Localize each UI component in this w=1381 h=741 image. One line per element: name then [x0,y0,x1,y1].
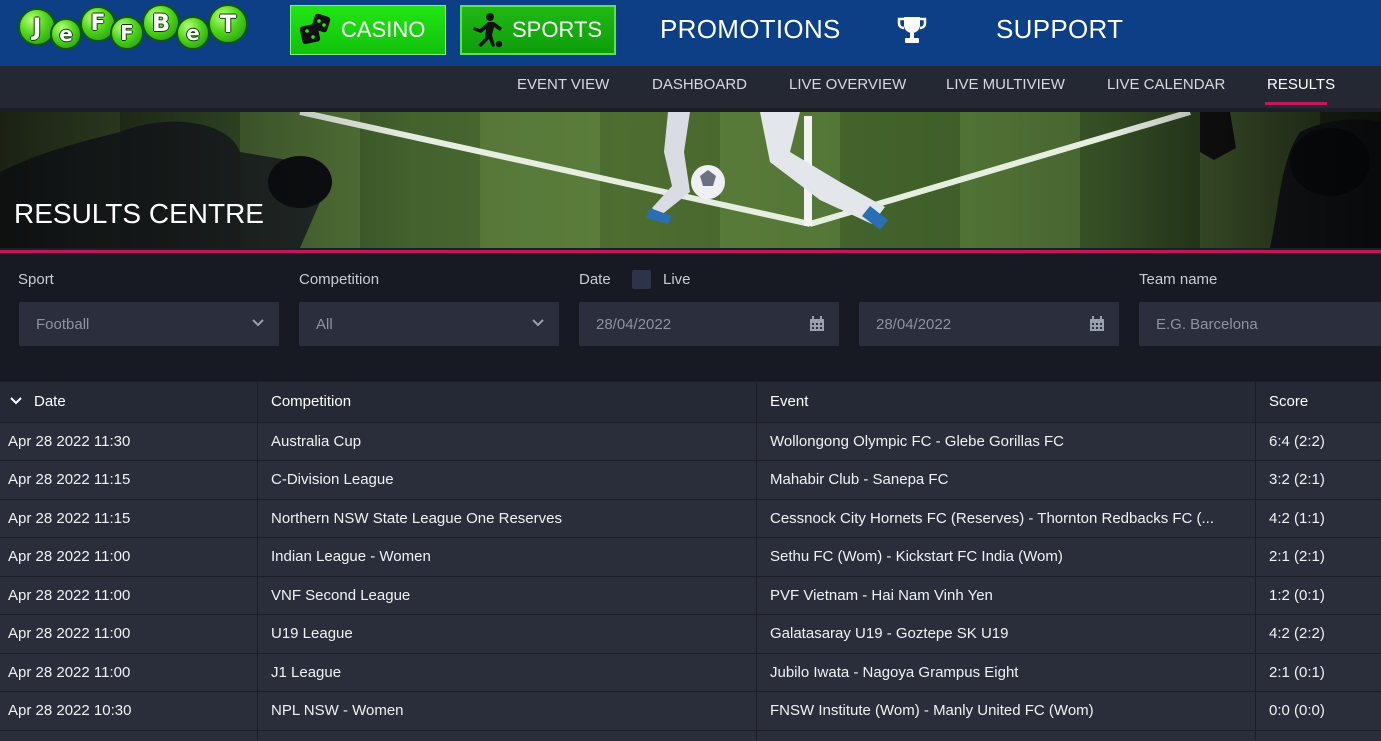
header-score[interactable]: Score [1269,382,1308,422]
cell-score: 0:0 (0:0) [1269,702,1325,719]
cell-competition: J1 League [271,664,342,681]
cell-date: Apr 28 2022 11:00 [8,625,131,642]
results-filter-panel: Sport Football Competition All Date Live… [0,253,1381,381]
cell-event: PVF Vietnam - Hai Nam Vinh Yen [770,587,993,604]
column-divider [257,382,258,740]
soccer-player-icon [473,13,503,48]
column-divider [1255,382,1256,740]
subnav-results[interactable]: RESULTS [1267,76,1335,93]
cell-event: Sethu FC (Wom) - Kickstart FC India (Wom… [770,548,1063,565]
cell-score: 2:1 (0:1) [1269,664,1325,681]
logo-letter: e [176,16,210,50]
date-from-input[interactable]: 28/04/2022 [579,302,839,346]
sport-select[interactable]: Football [19,302,279,346]
chevron-down-icon [252,319,264,327]
live-checkbox[interactable] [632,270,651,289]
date-to-value: 28/04/2022 [876,315,952,333]
competition-select-value: All [316,315,333,333]
subnav-dashboard[interactable]: DASHBOARD [652,76,747,93]
team-name-placeholder: E.G. Barcelona [1156,315,1258,333]
results-banner: RESULTS CENTRE [0,112,1381,248]
table-row[interactable]: Apr 28 2022 10:30 NPL NSW - Women FNSW I… [0,691,1381,730]
logo-letter: F [110,16,144,50]
top-navigation-bar: J e F F B e T CASINO SPORTS PROMOTIONS S… [0,0,1381,66]
cell-event: Jubilo Iwata - Nagoya Grampus Eight [770,664,1019,681]
date-label: Date [579,271,611,288]
sports-label: SPORTS [512,17,603,42]
cell-date: Apr 28 2022 11:00 [8,548,131,565]
subnav-live-overview[interactable]: LIVE OVERVIEW [789,76,906,93]
subnav-live-calendar[interactable]: LIVE CALENDAR [1107,76,1225,93]
logo-letter: e [50,18,82,50]
logo-letter: T [208,4,248,44]
cell-competition: Australia Cup [271,433,362,450]
date-to-input[interactable]: 28/04/2022 [859,302,1119,346]
cell-score: 3:2 (2:1) [1269,471,1325,488]
promotions-link[interactable]: PROMOTIONS [660,14,841,45]
cell-score: 4:2 (1:1) [1269,510,1325,527]
sports-button[interactable]: SPORTS [460,5,616,55]
subnav-live-multiview[interactable]: LIVE MULTIVIEW [946,76,1065,93]
page-title: RESULTS CENTRE [14,198,264,229]
cell-competition: VNF Second League [271,587,411,604]
cell-score: 2:1 (2:1) [1269,548,1325,565]
casino-button[interactable]: CASINO [290,5,446,55]
live-label: Live [663,271,691,288]
dice-icon [299,13,331,45]
column-divider [756,382,757,740]
cell-date: Apr 28 2022 11:15 [8,471,131,488]
cell-score: 4:2 (2:2) [1269,625,1325,642]
table-row-partial [0,730,1381,741]
competition-select[interactable]: All [299,302,559,346]
table-row[interactable]: Apr 28 2022 11:00 VNF Second League PVF … [0,576,1381,615]
active-tab-indicator [1265,102,1327,105]
header-competition[interactable]: Competition [271,382,351,422]
cell-competition: C-Division League [271,471,394,488]
jeffbet-logo[interactable]: J e F F B e T [14,2,254,58]
trophy-icon[interactable] [896,15,928,50]
cell-date: Apr 28 2022 10:30 [8,702,132,719]
team-name-input[interactable]: E.G. Barcelona [1139,302,1381,346]
table-row[interactable]: Apr 28 2022 11:00 Indian League - Women … [0,537,1381,576]
sport-select-value: Football [36,315,90,333]
chevron-down-icon [532,319,544,327]
cell-date: Apr 28 2022 11:30 [8,433,131,450]
sport-label: Sport [18,271,54,288]
cell-event: Wollongong Olympic FC - Glebe Gorillas F… [770,433,1064,450]
subnav-event-view[interactable]: EVENT VIEW [517,76,609,93]
date-from-value: 28/04/2022 [596,315,672,333]
cell-competition: Indian League - Women [271,548,431,565]
header-date[interactable]: Date [34,382,66,422]
calendar-icon [1090,316,1104,331]
cell-event: FNSW Institute (Wom) - Manly United FC (… [770,702,1094,719]
cell-date: Apr 28 2022 11:00 [8,664,131,681]
table-row[interactable]: Apr 28 2022 11:15 Northern NSW State Lea… [0,499,1381,538]
cell-date: Apr 28 2022 11:00 [8,587,131,604]
cell-date: Apr 28 2022 11:15 [8,510,131,527]
cell-competition: NPL NSW - Women [271,702,404,719]
table-header: Date Competition Event Score [0,382,1381,422]
sports-sub-navigation: EVENT VIEW DASHBOARD LIVE OVERVIEW LIVE … [0,66,1381,108]
team-name-label: Team name [1139,271,1218,288]
cell-event: Mahabir Club - Sanepa FC [770,471,949,488]
support-link[interactable]: SUPPORT [996,14,1123,45]
cell-score: 1:2 (0:1) [1269,587,1325,604]
header-event[interactable]: Event [770,382,808,422]
cell-competition: U19 League [271,625,353,642]
cell-event: Cessnock City Hornets FC (Reserves) - Th… [770,510,1215,527]
table-row[interactable]: Apr 28 2022 11:30 Australia Cup Wollongo… [0,422,1381,461]
competition-label: Competition [299,271,380,288]
table-row[interactable]: Apr 28 2022 11:00 J1 League Jubilo Iwata… [0,653,1381,692]
logo-letter: B [142,4,180,42]
sort-chevron-down-icon[interactable] [10,396,22,406]
table-row[interactable]: Apr 28 2022 11:00 U19 League Galatasaray… [0,614,1381,653]
cell-score: 6:4 (2:2) [1269,433,1325,450]
calendar-icon [810,316,824,331]
cell-competition: Northern NSW State League One Reserves [271,510,562,527]
casino-label: CASINO [341,17,426,42]
table-row[interactable]: Apr 28 2022 11:15 C-Division League Maha… [0,460,1381,499]
cell-event: Galatasaray U19 - Goztepe SK U19 [770,625,1009,642]
